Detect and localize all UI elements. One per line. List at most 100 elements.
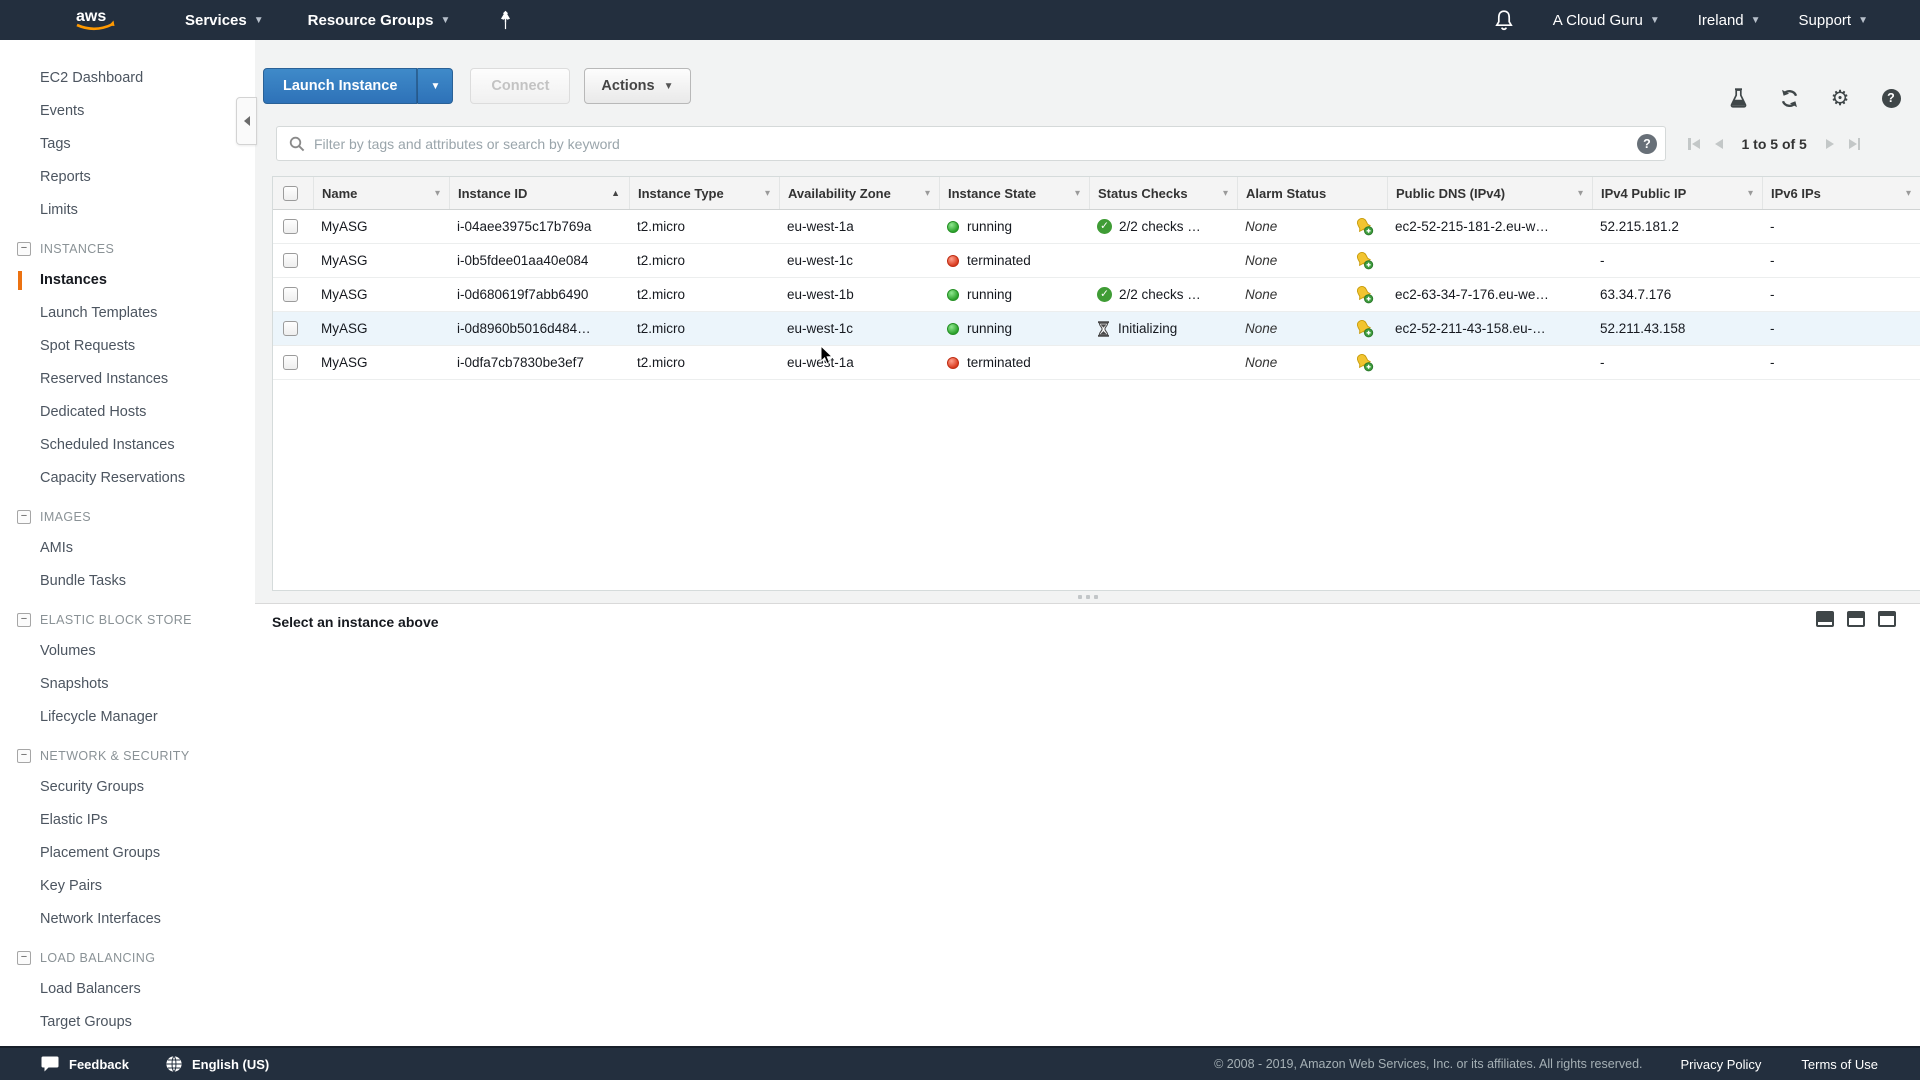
sidebar-item-spot-requests[interactable]: Spot Requests (0, 330, 255, 363)
experiments-flask-icon[interactable] (1727, 87, 1749, 109)
sidebar-item-tags[interactable]: Tags (0, 128, 255, 161)
layout-half-pane-icon[interactable] (1847, 611, 1865, 627)
pin-icon[interactable] (498, 10, 513, 30)
column-header-status-checks[interactable]: Status Checks▾ (1089, 177, 1237, 209)
layout-small-pane-icon[interactable] (1816, 611, 1834, 627)
pagination-first-button[interactable] (1688, 138, 1700, 150)
create-alarm-bell-icon[interactable] (1354, 285, 1374, 304)
layout-large-pane-icon[interactable] (1878, 611, 1896, 627)
aws-logo[interactable]: aws (73, 6, 119, 34)
filter-search-input[interactable] (314, 136, 1625, 152)
sidebar-item-reports[interactable]: Reports (0, 161, 255, 194)
sidebar-item-reserved-instances[interactable]: Reserved Instances (0, 363, 255, 396)
column-header-public-dns-ipv4[interactable]: Public DNS (IPv4)▾ (1387, 177, 1592, 209)
sidebar-item-snapshots[interactable]: Snapshots (0, 668, 255, 701)
sidebar-item-network-interfaces[interactable]: Network Interfaces (0, 903, 255, 936)
sidebar-item-scheduled-instances[interactable]: Scheduled Instances (0, 429, 255, 462)
sidebar-item-dedicated-hosts[interactable]: Dedicated Hosts (0, 396, 255, 429)
row-checkbox[interactable] (283, 287, 298, 302)
sidebar-item-elastic-ips[interactable]: Elastic IPs (0, 804, 255, 837)
sidebar-item-ec2-dashboard[interactable]: EC2 Dashboard (0, 62, 255, 95)
sidebar-item-target-groups[interactable]: Target Groups (0, 1006, 255, 1039)
sidebar-item-limits[interactable]: Limits (0, 194, 255, 227)
help-icon[interactable]: ? (1880, 87, 1902, 109)
pagination-last-button[interactable] (1849, 138, 1861, 150)
terms-of-use-link[interactable]: Terms of Use (1801, 1057, 1878, 1072)
column-header-name[interactable]: Name▾ (313, 177, 449, 209)
cell-public-dns: ec2-63-34-7-176.eu-we… (1387, 278, 1592, 311)
actions-dropdown-button[interactable]: Actions ▼ (584, 68, 690, 104)
chevron-down-icon: ▼ (441, 15, 451, 26)
column-header-availability-zone[interactable]: Availability Zone▾ (779, 177, 939, 209)
refresh-icon[interactable] (1778, 87, 1800, 109)
row-checkbox[interactable] (283, 253, 298, 268)
row-checkbox[interactable] (283, 219, 298, 234)
create-alarm-bell-icon[interactable] (1354, 319, 1374, 338)
sidebar-collapse-button[interactable] (236, 97, 257, 145)
collapse-section-icon[interactable]: − (17, 749, 31, 763)
column-header-ipv6-ips[interactable]: IPv6 IPs▾ (1762, 177, 1920, 209)
sidebar-item-load-balancers[interactable]: Load Balancers (0, 973, 255, 1006)
notifications-bell-icon[interactable] (1493, 8, 1515, 32)
launch-instance-dropdown-button[interactable]: ▼ (417, 68, 453, 104)
collapse-section-icon[interactable]: − (17, 613, 31, 627)
sidebar-item-instances[interactable]: Instances (0, 264, 255, 297)
table-row[interactable]: MyASGi-0dfa7cb7830be3ef7t2.microeu-west-… (273, 346, 1920, 380)
sidebar-item-volumes[interactable]: Volumes (0, 635, 255, 668)
create-alarm-bell-icon[interactable] (1354, 217, 1374, 236)
sidebar-item-capacity-reservations[interactable]: Capacity Reservations (0, 462, 255, 495)
sidebar-item-events[interactable]: Events (0, 95, 255, 128)
sidebar-item-amis[interactable]: AMIs (0, 532, 255, 565)
settings-gear-icon[interactable]: ⚙ (1829, 87, 1851, 109)
table-row[interactable]: MyASGi-04aee3975c17b769at2.microeu-west-… (273, 210, 1920, 244)
nav-account-menu[interactable]: A Cloud Guru ▼ (1553, 12, 1660, 29)
table-row[interactable]: MyASGi-0d8960b5016d484…t2.microeu-west-1… (273, 312, 1920, 346)
cell-instance-id: i-0b5fdee01aa40e084 (449, 244, 629, 277)
create-alarm-bell-icon[interactable] (1354, 251, 1374, 270)
column-header-instance-type[interactable]: Instance Type▾ (629, 177, 779, 209)
collapse-section-icon[interactable]: − (17, 510, 31, 524)
instance-state-label: terminated (967, 253, 1031, 268)
filter-search-box: ? (276, 126, 1666, 161)
nav-region-menu[interactable]: Ireland ▼ (1698, 12, 1761, 29)
pagination-prev-button[interactable] (1715, 139, 1723, 149)
row-checkbox[interactable] (283, 321, 298, 336)
sidebar-item-bundle-tasks[interactable]: Bundle Tasks (0, 565, 255, 598)
row-checkbox[interactable] (283, 355, 298, 370)
detail-panel: Select an instance above (255, 603, 1920, 1046)
panel-resize-handle[interactable] (255, 591, 1920, 603)
pagination-next-button[interactable] (1826, 139, 1834, 149)
nav-services-menu[interactable]: Services ▼ (185, 12, 264, 29)
nav-support-menu[interactable]: Support ▼ (1799, 12, 1868, 29)
filter-help-icon[interactable]: ? (1637, 134, 1657, 154)
feedback-button[interactable]: Feedback (40, 1055, 129, 1073)
column-header-instance-state[interactable]: Instance State▾ (939, 177, 1089, 209)
column-header-label: Availability Zone (788, 186, 891, 201)
column-header-ipv4-public-ip[interactable]: IPv4 Public IP▾ (1592, 177, 1762, 209)
collapse-section-icon[interactable]: − (17, 242, 31, 256)
cell-availability-zone: eu-west-1c (779, 244, 939, 277)
select-all-checkbox[interactable] (283, 186, 298, 201)
cell-availability-zone: eu-west-1c (779, 312, 939, 345)
column-header-alarm-status[interactable]: Alarm Status (1237, 177, 1387, 209)
column-header-instance-id[interactable]: Instance ID▲ (449, 177, 629, 209)
sidebar-item-launch-templates[interactable]: Launch Templates (0, 297, 255, 330)
table-row[interactable]: MyASGi-0b5fdee01aa40e084t2.microeu-west-… (273, 244, 1920, 278)
connect-button[interactable]: Connect (470, 68, 570, 104)
table-row[interactable]: MyASGi-0d680619f7abb6490t2.microeu-west-… (273, 278, 1920, 312)
cell-ipv4-public-ip: 52.215.181.2 (1592, 210, 1762, 243)
nav-resource-groups-menu[interactable]: Resource Groups ▼ (308, 12, 451, 29)
chevron-down-icon: ▾ (1223, 188, 1228, 199)
cell-instance-type: t2.micro (629, 278, 779, 311)
collapse-section-icon[interactable]: − (17, 951, 31, 965)
sidebar-section-instances: −INSTANCES (0, 236, 255, 262)
instance-state-label: running (967, 287, 1012, 302)
language-button[interactable]: English (US) (165, 1055, 269, 1073)
sidebar-item-security-groups[interactable]: Security Groups (0, 771, 255, 804)
sidebar-item-lifecycle-manager[interactable]: Lifecycle Manager (0, 701, 255, 734)
launch-instance-button[interactable]: Launch Instance (263, 68, 417, 104)
privacy-policy-link[interactable]: Privacy Policy (1681, 1057, 1762, 1072)
sidebar-item-key-pairs[interactable]: Key Pairs (0, 870, 255, 903)
create-alarm-bell-icon[interactable] (1354, 353, 1374, 372)
sidebar-item-placement-groups[interactable]: Placement Groups (0, 837, 255, 870)
